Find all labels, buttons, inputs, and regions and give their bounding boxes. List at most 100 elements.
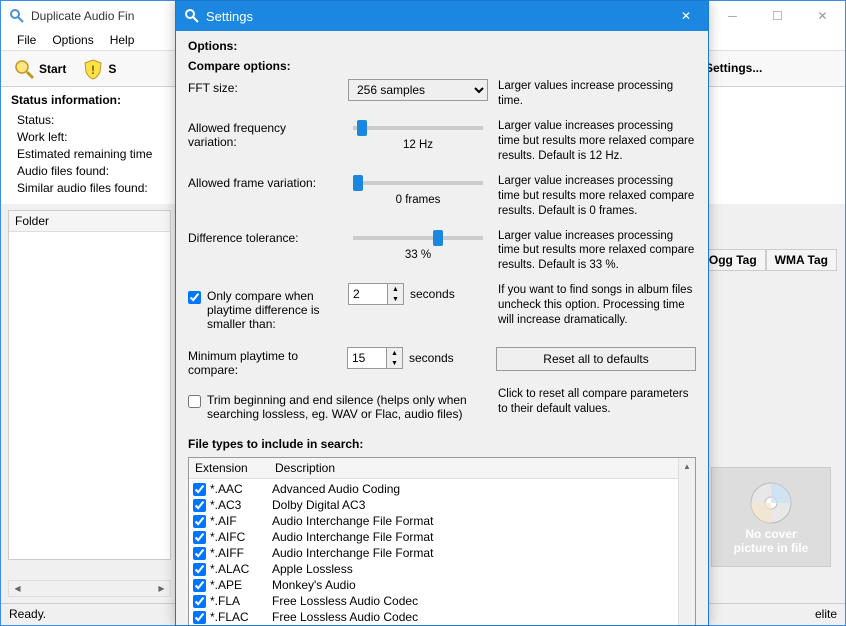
vertical-scrollbar[interactable]: ▲ ▼ (678, 458, 695, 625)
filetype-ext: *.AIF (210, 514, 272, 528)
filetype-ext: *.ALAC (210, 562, 272, 576)
filetype-ext: *.FLAC (210, 610, 272, 624)
filetype-checkbox[interactable] (193, 563, 206, 576)
freq-desc: Larger value increases processing time b… (498, 119, 696, 164)
filetype-checkbox[interactable] (193, 483, 206, 496)
freq-slider[interactable] (353, 119, 483, 137)
diff-label: Difference tolerance: (188, 229, 338, 245)
spin-up-icon[interactable]: ▲ (387, 348, 402, 358)
diff-value: 33 % (405, 249, 431, 261)
spin-down-icon[interactable]: ▼ (387, 358, 402, 368)
filetype-row[interactable]: *.FLAFree Lossless Audio Codec (189, 593, 678, 609)
only-compare-desc: If you want to find songs in album files… (498, 283, 696, 328)
scroll-up-icon[interactable]: ▲ (679, 458, 695, 475)
scroll-track[interactable] (679, 475, 695, 625)
dialog-titlebar: Settings ✕ (176, 1, 708, 31)
no-cover-text: picture in file (734, 541, 809, 555)
no-cover-panel: No cover picture in file (711, 467, 831, 567)
scroll-track[interactable] (26, 581, 153, 596)
filetype-checkbox[interactable] (193, 595, 206, 608)
folder-panel: Folder (8, 210, 171, 560)
spin-down-icon[interactable]: ▼ (388, 294, 403, 304)
filetype-desc: Dolby Digital AC3 (272, 498, 674, 512)
diff-slider[interactable] (353, 229, 483, 247)
filetype-row[interactable]: *.AIFFAudio Interchange File Format (189, 545, 678, 561)
filetype-row[interactable]: *.AIFCAudio Interchange File Format (189, 529, 678, 545)
only-compare-unit: seconds (410, 287, 455, 301)
filetype-row[interactable]: *.AACAdvanced Audio Coding (189, 481, 678, 497)
minimize-button[interactable]: ─ (710, 2, 755, 30)
filetypes-heading: File types to include in search: (188, 437, 696, 451)
tab-ogg[interactable]: Ogg Tag (700, 249, 766, 271)
filetype-desc: Monkey's Audio (272, 578, 674, 592)
spin-up-icon[interactable]: ▲ (388, 284, 403, 294)
close-button[interactable]: ✕ (800, 2, 845, 30)
filetype-row[interactable]: *.APEMonkey's Audio (189, 577, 678, 593)
maximize-button[interactable]: ☐ (755, 2, 800, 30)
filetypes-list: Extension Description *.AACAdvanced Audi… (188, 457, 696, 625)
dialog-body: Options: Compare options: FFT size: 256 … (176, 31, 708, 625)
menu-file[interactable]: File (9, 31, 44, 50)
min-play-spinner[interactable]: ▲▼ (347, 347, 403, 369)
tag-tabs: Ogg Tag WMA Tag (700, 249, 837, 271)
filetype-row[interactable]: *.ALACApple Lossless (189, 561, 678, 577)
fft-desc: Larger values increase processing time. (498, 79, 696, 109)
frame-label: Allowed frame variation: (188, 174, 338, 190)
filetype-row[interactable]: *.FLACFree Lossless Audio Codec (189, 609, 678, 625)
filetype-desc: Free Lossless Audio Codec (272, 594, 674, 608)
reset-button[interactable]: Reset all to defaults (496, 347, 696, 371)
only-compare-spinner[interactable]: ▲▼ (348, 283, 404, 305)
only-compare-input[interactable] (349, 284, 387, 304)
filetype-desc: Advanced Audio Coding (272, 482, 674, 496)
scroll-right-icon[interactable]: ▶ (153, 581, 170, 596)
min-play-input[interactable] (348, 348, 386, 368)
dialog-close-button[interactable]: ✕ (664, 1, 708, 31)
tab-wma[interactable]: WMA Tag (766, 249, 837, 271)
shield-button[interactable]: ! S (78, 56, 120, 82)
filetype-desc: Audio Interchange File Format (272, 546, 674, 560)
filetype-checkbox[interactable] (193, 611, 206, 624)
filetype-ext: *.FLA (210, 594, 272, 608)
app-icon (9, 8, 25, 24)
filetype-desc: Audio Interchange File Format (272, 514, 674, 528)
trim-checkbox[interactable] (188, 395, 201, 408)
scroll-left-icon[interactable]: ◀ (9, 581, 26, 596)
filetype-checkbox[interactable] (193, 531, 206, 544)
horizontal-scrollbar[interactable]: ◀ ▶ (8, 580, 171, 597)
folder-header[interactable]: Folder (9, 211, 170, 232)
filetype-row[interactable]: *.AC3Dolby Digital AC3 (189, 497, 678, 513)
filetype-checkbox[interactable] (193, 547, 206, 560)
frame-slider[interactable] (353, 174, 483, 192)
compare-heading: Compare options: (188, 59, 696, 73)
filetype-desc: Apple Lossless (272, 562, 674, 576)
min-play-label: Minimum playtime to compare: (188, 347, 337, 377)
min-play-unit: seconds (409, 351, 454, 365)
filetype-ext: *.AIFF (210, 546, 272, 560)
filetype-desc: Free Lossless Audio Codec (272, 610, 674, 624)
filetype-checkbox[interactable] (193, 579, 206, 592)
filetype-desc: Audio Interchange File Format (272, 530, 674, 544)
fft-label: FFT size: (188, 79, 338, 95)
app-icon (184, 8, 200, 24)
freq-value: 12 Hz (403, 139, 433, 151)
filetype-ext: *.AIFC (210, 530, 272, 544)
filetype-row[interactable]: *.AIFAudio Interchange File Format (189, 513, 678, 529)
start-button[interactable]: Start (9, 56, 70, 82)
only-compare-checkbox[interactable] (188, 291, 201, 304)
status-text: Ready. (9, 607, 46, 622)
menu-help[interactable]: Help (102, 31, 143, 50)
col-extension[interactable]: Extension (189, 458, 269, 478)
filetype-ext: *.AC3 (210, 498, 272, 512)
filetype-ext: *.APE (210, 578, 272, 592)
menu-options[interactable]: Options (44, 31, 101, 50)
trim-label: Trim beginning and end silence (helps on… (207, 393, 488, 421)
filetype-checkbox[interactable] (193, 515, 206, 528)
settings-button[interactable]: Settings... (705, 61, 762, 75)
frame-value: 0 frames (396, 194, 441, 206)
diff-desc: Larger value increases processing time b… (498, 229, 696, 274)
disc-icon (747, 479, 795, 527)
fft-select[interactable]: 256 samples (348, 79, 488, 101)
col-description[interactable]: Description (269, 458, 678, 478)
settings-dialog: Settings ✕ Options: Compare options: FFT… (175, 0, 709, 626)
filetype-checkbox[interactable] (193, 499, 206, 512)
